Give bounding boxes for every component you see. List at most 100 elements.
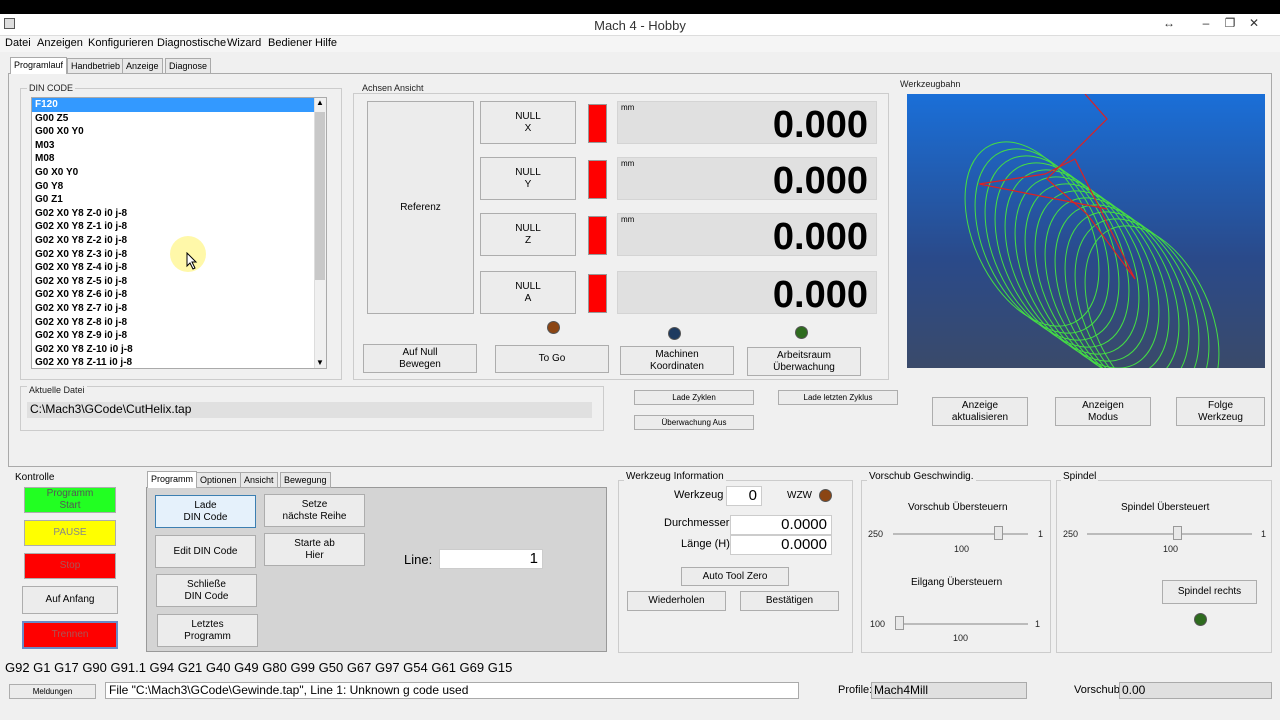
tab-handbetrieb[interactable]: Handbetrieb — [67, 58, 125, 74]
status-led-brown — [547, 321, 560, 334]
gcode-line[interactable]: G0 X0 Y0 — [32, 166, 326, 180]
maschinen-koordinaten-button[interactable]: Machinen Koordinaten — [620, 346, 734, 375]
anzeigen-modus-button[interactable]: Anzeigen Modus — [1055, 397, 1151, 426]
gcode-line[interactable]: G02 X0 Y8 Z-9 i0 j-8 — [32, 329, 326, 343]
gcode-line[interactable]: G02 X0 Y8 Z-5 i0 j-8 — [32, 275, 326, 289]
close-icon[interactable]: ✕ — [1244, 16, 1264, 30]
gcode-line[interactable]: G00 Z5 — [32, 112, 326, 126]
gcode-list[interactable]: F120 G00 Z5 G00 X0 Y0 M03 M08 G0 X0 Y0 G0 Y8 G0… — [31, 97, 327, 369]
feed-value: 100 — [954, 544, 970, 554]
lade-din-code-button[interactable]: Lade DIN Code — [155, 495, 256, 528]
spindle-override-title: Spindel Übersteuert — [1121, 502, 1210, 513]
gcode-line[interactable]: M03 — [32, 139, 326, 153]
stop-button[interactable]: Stop — [24, 553, 116, 579]
null-y-button[interactable]: NULL Y — [480, 157, 576, 200]
toolpath-label: Werkzeugbahn — [900, 79, 961, 89]
wzw-led — [819, 489, 832, 502]
programm-start-button[interactable]: Programm Start — [24, 487, 116, 513]
werkzeug-field-label: Werkzeug — [674, 489, 724, 501]
spindle-slider-track — [1087, 533, 1252, 535]
arbeitsraum-button[interactable]: Arbeitsraum Überwachung — [747, 347, 861, 376]
kontrolle-label: Kontrolle — [15, 472, 55, 483]
tab-optionen[interactable]: Optionen — [196, 472, 241, 488]
rapid-value: 100 — [953, 633, 969, 643]
menu-wizard[interactable]: Wizard — [227, 37, 261, 49]
null-z-button[interactable]: NULL Z — [480, 213, 576, 256]
y-dro: mm 0.000 — [617, 157, 877, 202]
null-x-button[interactable]: NULL X — [480, 101, 576, 144]
helix-ring — [984, 155, 1120, 341]
gcode-line[interactable]: G0 Z1 — [32, 193, 326, 207]
helix-ring — [964, 141, 1100, 327]
auf-null-bewegen-button[interactable]: Auf Null Bewegen — [363, 344, 477, 373]
minimize-icon[interactable]: – — [1196, 16, 1216, 30]
tab-programm[interactable]: Programm — [147, 471, 198, 488]
setze-naechste-reihe-button[interactable]: Setze nächste Reihe — [264, 494, 365, 527]
lade-letzten-zyklus-button[interactable]: Lade letzten Zyklus — [778, 390, 898, 405]
spindle-slider-thumb[interactable] — [1172, 526, 1182, 540]
scroll-down-icon[interactable]: ▼ — [316, 358, 324, 367]
file-path: C:\Mach3\GCode\CutHelix.tap — [27, 402, 592, 418]
durchmesser-value[interactable]: 0.0000 — [730, 515, 832, 535]
null-a-button[interactable]: NULL A — [480, 271, 576, 314]
referenz-button[interactable]: Referenz — [367, 101, 474, 314]
to-go-button[interactable]: To Go — [495, 345, 609, 373]
rapid-slider-thumb[interactable] — [895, 616, 904, 630]
gcode-line[interactable]: G02 X0 Y8 Z-10 i0 j-8 — [32, 343, 326, 357]
bestaetigen-button[interactable]: Bestätigen — [740, 591, 839, 611]
gcode-line[interactable]: G02 X0 Y8 Z-8 i0 j-8 — [32, 316, 326, 330]
menu-konfigurieren[interactable]: Konfigurieren — [88, 37, 153, 49]
gcode-line[interactable]: G00 X0 Y0 — [32, 125, 326, 139]
gcode-line[interactable]: G02 X0 Y8 Z-6 i0 j-8 — [32, 288, 326, 302]
spindle-min-label: 250 — [1063, 529, 1079, 539]
scrollbar-thumb[interactable] — [315, 112, 325, 280]
starte-ab-hier-button[interactable]: Starte ab Hier — [264, 533, 365, 566]
laenge-value[interactable]: 0.0000 — [730, 535, 832, 555]
status-led-blue — [668, 327, 681, 340]
gcode-line[interactable]: G02 X0 Y8 Z-1 i0 j-8 — [32, 220, 326, 234]
tab-ansicht[interactable]: Ansicht — [240, 472, 278, 488]
wiederholen-button[interactable]: Wiederholen — [627, 591, 726, 611]
edit-din-code-button[interactable]: Edit DIN Code — [155, 535, 256, 568]
line-field[interactable]: 1 — [439, 549, 543, 569]
gcode-line[interactable]: M08 — [32, 152, 326, 166]
menu-diagnostische[interactable]: Diagnostische — [157, 37, 226, 49]
scroll-up-icon[interactable]: ▲ — [316, 98, 324, 107]
rapid-min-label: 100 — [870, 619, 886, 629]
anzeige-aktualisieren-button[interactable]: Anzeige aktualisieren — [932, 397, 1028, 426]
feed-slider-thumb[interactable] — [993, 526, 1003, 540]
menu-anzeigen[interactable]: Anzeigen — [37, 37, 83, 49]
gcode-line[interactable]: G02 X0 Y8 Z-11 i0 j-8 — [32, 356, 326, 368]
x-unit: mm — [621, 103, 635, 112]
restore-icon[interactable]: ❐ — [1220, 16, 1240, 30]
gcode-line[interactable]: F120 — [32, 98, 326, 112]
schliesse-din-code-button[interactable]: Schließe DIN Code — [156, 574, 257, 607]
tab-bewegung[interactable]: Bewegung — [280, 472, 331, 488]
gcode-line[interactable]: G02 X0 Y8 Z-0 i0 j-8 — [32, 207, 326, 221]
helix-ring — [994, 162, 1130, 348]
trennen-button[interactable]: Trennen — [22, 621, 118, 649]
feed-override-title: Vorschub Übersteuern — [908, 502, 1008, 513]
toolpath-view[interactable] — [907, 94, 1265, 368]
letztes-programm-button[interactable]: Letztes Programm — [157, 614, 258, 647]
resize-icon[interactable]: ↔ — [1159, 16, 1179, 30]
tab-diagnose[interactable]: Diagnose — [165, 58, 212, 74]
ueberwachung-aus-button[interactable]: Überwachung Aus — [634, 415, 754, 430]
menu-bediener[interactable]: Bediener — [268, 37, 312, 49]
meldungen-button[interactable]: Meldungen — [9, 684, 96, 699]
gcode-line[interactable]: G0 Y8 — [32, 180, 326, 194]
y-unit: mm — [621, 159, 635, 168]
helix-ring — [974, 148, 1110, 334]
folge-werkzeug-button[interactable]: Folge Werkzeug — [1176, 397, 1265, 426]
auf-anfang-button[interactable]: Auf Anfang — [22, 586, 118, 614]
pause-button[interactable]: PAUSE — [24, 520, 116, 546]
menu-hilfe[interactable]: Hilfe — [315, 37, 337, 49]
auto-tool-zero-button[interactable]: Auto Tool Zero — [681, 567, 789, 586]
gcode-line[interactable]: G02 X0 Y8 Z-7 i0 j-8 — [32, 302, 326, 316]
lade-zyklen-button[interactable]: Lade Zyklen — [634, 390, 754, 405]
werkzeug-value[interactable]: 0 — [726, 486, 762, 506]
spindel-rechts-button[interactable]: Spindel rechts — [1162, 580, 1257, 604]
tab-anzeige[interactable]: Anzeige — [122, 58, 163, 74]
tab-programlauf[interactable]: Programlauf — [10, 57, 68, 74]
menu-datei[interactable]: Datei — [5, 37, 31, 49]
